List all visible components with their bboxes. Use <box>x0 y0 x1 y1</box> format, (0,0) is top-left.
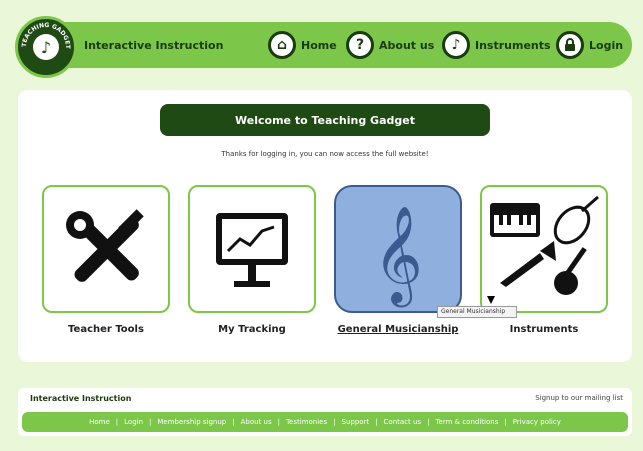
login-message: Thanks for logging in, you can now acces… <box>221 150 429 158</box>
nav-login[interactable]: Login <box>556 30 623 60</box>
teaching-gadget-logo[interactable]: TEACHING GADGET ♪ <box>15 16 77 78</box>
instruments-label[interactable]: Instruments <box>474 324 614 335</box>
lock-icon <box>556 31 584 59</box>
header-brand: Interactive Instruction <box>84 39 224 52</box>
footer-link-testimonies[interactable]: Testimonies <box>286 418 327 426</box>
music-note-icon: ♪ <box>33 34 59 60</box>
mouse-cursor-icon <box>487 296 495 304</box>
footer-link-privacy[interactable]: Privacy policy <box>513 418 561 426</box>
general-musicianship-label[interactable]: General Musicianship <box>328 324 468 335</box>
nav-home-label: Home <box>301 38 337 52</box>
my-tracking-label[interactable]: My Tracking <box>182 324 322 335</box>
footer-link-membership[interactable]: Membership signup <box>157 418 226 426</box>
footer-link-home[interactable]: Home <box>89 418 110 426</box>
my-tracking-tile[interactable] <box>188 185 316 313</box>
footer-link-support[interactable]: Support <box>342 418 370 426</box>
footer-link-login[interactable]: Login <box>124 418 143 426</box>
mailing-list-link[interactable]: Signup to our mailing list <box>535 394 623 402</box>
chart-monitor-icon <box>216 213 288 287</box>
welcome-banner: Welcome to Teaching Gadget <box>160 104 490 136</box>
teacher-tools-tile[interactable] <box>42 185 170 313</box>
instruments-icon <box>490 195 599 295</box>
nav-home[interactable]: ⌂ Home <box>268 30 337 60</box>
footer-link-contact[interactable]: Contact us <box>384 418 422 426</box>
question-icon: ? <box>346 31 374 59</box>
footer-nav: Home | Login | Membership signup | About us… <box>22 412 628 432</box>
footer-brand: Interactive Instruction <box>30 394 132 403</box>
tooltip: General Musicianship <box>437 306 517 318</box>
teacher-tools-label[interactable]: Teacher Tools <box>36 324 176 335</box>
music-note-icon: ♪ <box>442 31 470 59</box>
instruments-tile[interactable] <box>480 185 608 313</box>
home-icon: ⌂ <box>268 31 296 59</box>
nav-about-us-label: About us <box>379 38 435 52</box>
nav-login-label: Login <box>589 38 624 52</box>
nav-instruments-label: Instruments <box>475 38 551 52</box>
tools-icon <box>66 209 144 282</box>
nav-instruments[interactable]: ♪ Instruments <box>442 30 551 60</box>
footer-link-terms[interactable]: Term & conditions <box>435 418 498 426</box>
footer-link-about[interactable]: About us <box>241 418 272 426</box>
nav-about-us[interactable]: ? About us <box>346 30 434 60</box>
general-musicianship-tile[interactable]: 𝄞 <box>334 185 462 313</box>
svg-text:𝄞: 𝄞 <box>373 205 423 307</box>
treble-clef-icon: 𝄞 <box>373 205 423 307</box>
